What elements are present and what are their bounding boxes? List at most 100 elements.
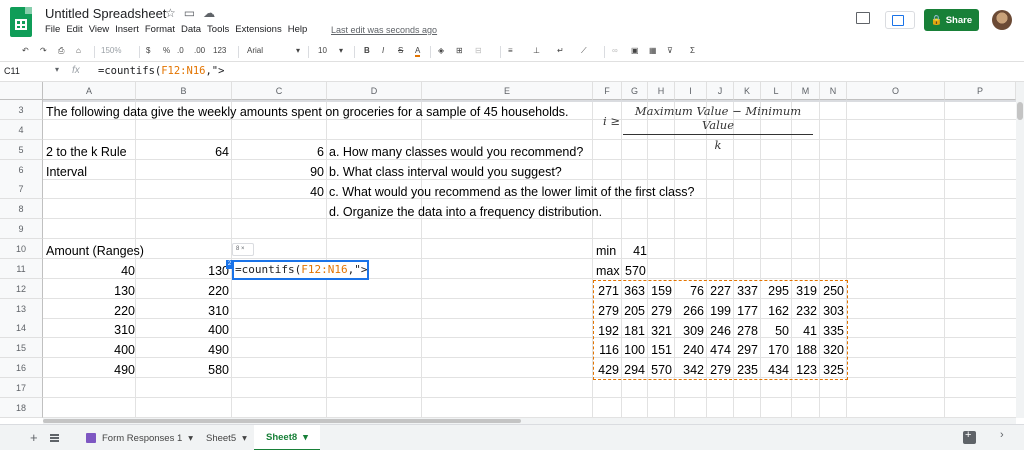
data-cell[interactable]: 123 [792, 360, 817, 380]
column-header-i[interactable]: I [675, 82, 707, 100]
decrease-decimal-button[interactable]: .0 [177, 46, 184, 55]
cell-c7[interactable]: 40 [235, 182, 324, 202]
menu-edit[interactable]: Edit [66, 24, 88, 35]
data-cell[interactable]: 279 [648, 301, 672, 321]
row-header-8[interactable]: 8 [0, 199, 43, 219]
data-cell[interactable]: 266 [675, 301, 704, 321]
cell-a6[interactable]: Interval [46, 162, 87, 182]
data-cell[interactable]: 363 [622, 281, 645, 301]
range-cell[interactable]: 490 [43, 360, 135, 380]
row-header-10[interactable]: 10 [0, 239, 43, 259]
strikethrough-button[interactable]: S [398, 46, 403, 55]
column-header-m[interactable]: M [792, 82, 820, 100]
currency-format-button[interactable]: $ [146, 46, 150, 55]
data-cell[interactable]: 342 [675, 360, 704, 380]
sheet-tab-sheet5[interactable]: Sheet5 ▾ [196, 425, 257, 450]
data-cell[interactable]: 319 [792, 281, 817, 301]
menu-help[interactable]: Help [288, 24, 314, 35]
data-cell[interactable]: 192 [593, 321, 619, 341]
move-folder-icon[interactable]: ▭ [184, 6, 195, 20]
cell-a10[interactable]: Amount (Ranges) [46, 241, 144, 261]
horizontal-scroll-thumb[interactable] [43, 419, 521, 423]
data-cell[interactable]: 303 [820, 301, 844, 321]
data-cell[interactable]: 50 [761, 321, 789, 341]
insert-comment-icon[interactable]: ▣ [631, 46, 639, 55]
range-cell[interactable]: 310 [136, 301, 229, 321]
cell-g10[interactable]: 41 [622, 241, 647, 261]
increase-decimal-button[interactable]: .00 [194, 46, 205, 55]
sheets-logo-icon[interactable] [10, 7, 32, 37]
chevron-down-icon[interactable]: ▾ [303, 432, 308, 443]
chevron-right-icon[interactable]: › [1000, 429, 1004, 441]
name-box[interactable]: C11 [4, 66, 20, 76]
cell-d5[interactable]: a. How many classes would you recommend? [329, 142, 583, 162]
menu-data[interactable]: Data [181, 24, 207, 35]
column-header-p[interactable]: P [945, 82, 1016, 100]
cell-d7[interactable]: c. What would you recommend as the lower… [329, 182, 694, 202]
cell-c11-editor[interactable]: =countifs(F12:N16,"> [232, 260, 369, 280]
data-cell[interactable]: 100 [622, 340, 645, 360]
data-cell[interactable]: 246 [707, 321, 731, 341]
cell-d6[interactable]: b. What class interval would you suggest… [329, 162, 562, 182]
cell-a5[interactable]: 2 to the k Rule [46, 142, 127, 162]
zoom-select[interactable]: 150% [101, 46, 121, 55]
share-button[interactable]: 🔒 Share [924, 9, 979, 31]
data-cell[interactable]: 181 [622, 321, 645, 341]
row-header-11[interactable]: 11 [0, 259, 43, 279]
add-sheet-icon[interactable]: + [30, 430, 38, 445]
more-formats-button[interactable]: 123 [213, 46, 226, 55]
range-cell[interactable]: 490 [136, 340, 229, 360]
column-header-b[interactable]: B [136, 82, 232, 100]
sheet-tab-sheet8[interactable]: Sheet8 ▾ [254, 425, 320, 450]
column-header-n[interactable]: N [820, 82, 847, 100]
row-header-12[interactable]: 12 [0, 279, 43, 299]
row-header-4[interactable]: 4 [0, 120, 43, 140]
align-horizontal-icon[interactable]: ≡ [508, 46, 513, 55]
data-cell[interactable]: 116 [593, 340, 619, 360]
row-header-14[interactable]: 14 [0, 318, 43, 338]
data-cell[interactable]: 159 [648, 281, 672, 301]
data-cell[interactable]: 250 [820, 281, 844, 301]
range-cell[interactable]: 400 [136, 320, 229, 340]
row-header-7[interactable]: 7 [0, 179, 43, 199]
document-title[interactable]: Untitled Spreadsheet [45, 6, 166, 21]
data-cell[interactable]: 429 [593, 360, 619, 380]
cell-d8[interactable]: d. Organize the data into a frequency di… [329, 202, 602, 222]
range-cell[interactable]: 580 [136, 360, 229, 380]
text-rotate-icon[interactable]: ⟋ [581, 46, 587, 56]
row-header-9[interactable]: 9 [0, 219, 43, 239]
insert-link-icon[interactable]: ∞ [612, 46, 618, 55]
chevron-down-icon[interactable]: ▾ [55, 65, 59, 74]
select-all-corner[interactable] [0, 82, 43, 100]
data-cell[interactable]: 162 [761, 301, 789, 321]
data-cell[interactable]: 297 [734, 340, 758, 360]
data-cell[interactable]: 240 [675, 340, 704, 360]
menu-view[interactable]: View [89, 24, 115, 35]
data-cell[interactable]: 271 [593, 281, 619, 301]
cell-f10[interactable]: min [596, 241, 616, 261]
data-cell[interactable]: 151 [648, 340, 672, 360]
column-header-g[interactable]: G [622, 82, 648, 100]
align-vertical-icon[interactable]: ⊥ [533, 46, 540, 55]
chevron-down-icon[interactable]: ▾ [296, 46, 300, 55]
comment-history-icon[interactable] [856, 12, 870, 24]
data-cell[interactable]: 295 [761, 281, 789, 301]
cell-c6[interactable]: 90 [235, 162, 324, 182]
row-header-3[interactable]: 3 [0, 100, 43, 120]
merge-cells-icon[interactable]: ⊟ [475, 46, 482, 55]
menu-insert[interactable]: Insert [115, 24, 145, 35]
insert-chart-icon[interactable]: ▦ [649, 46, 657, 55]
percent-format-button[interactable]: % [163, 46, 170, 55]
row-header-15[interactable]: 15 [0, 338, 43, 358]
functions-button[interactable]: Σ [690, 46, 695, 55]
menu-extensions[interactable]: Extensions [235, 24, 287, 35]
range-cell[interactable]: 310 [43, 320, 135, 340]
chevron-down-icon[interactable]: ▾ [242, 433, 247, 444]
italic-button[interactable]: I [382, 46, 384, 55]
data-cell[interactable]: 177 [734, 301, 758, 321]
range-cell[interactable]: 220 [43, 301, 135, 321]
range-cell[interactable]: 130 [43, 281, 135, 301]
data-cell[interactable]: 279 [593, 301, 619, 321]
data-cell[interactable]: 170 [761, 340, 789, 360]
vertical-scroll-thumb[interactable] [1017, 102, 1023, 120]
